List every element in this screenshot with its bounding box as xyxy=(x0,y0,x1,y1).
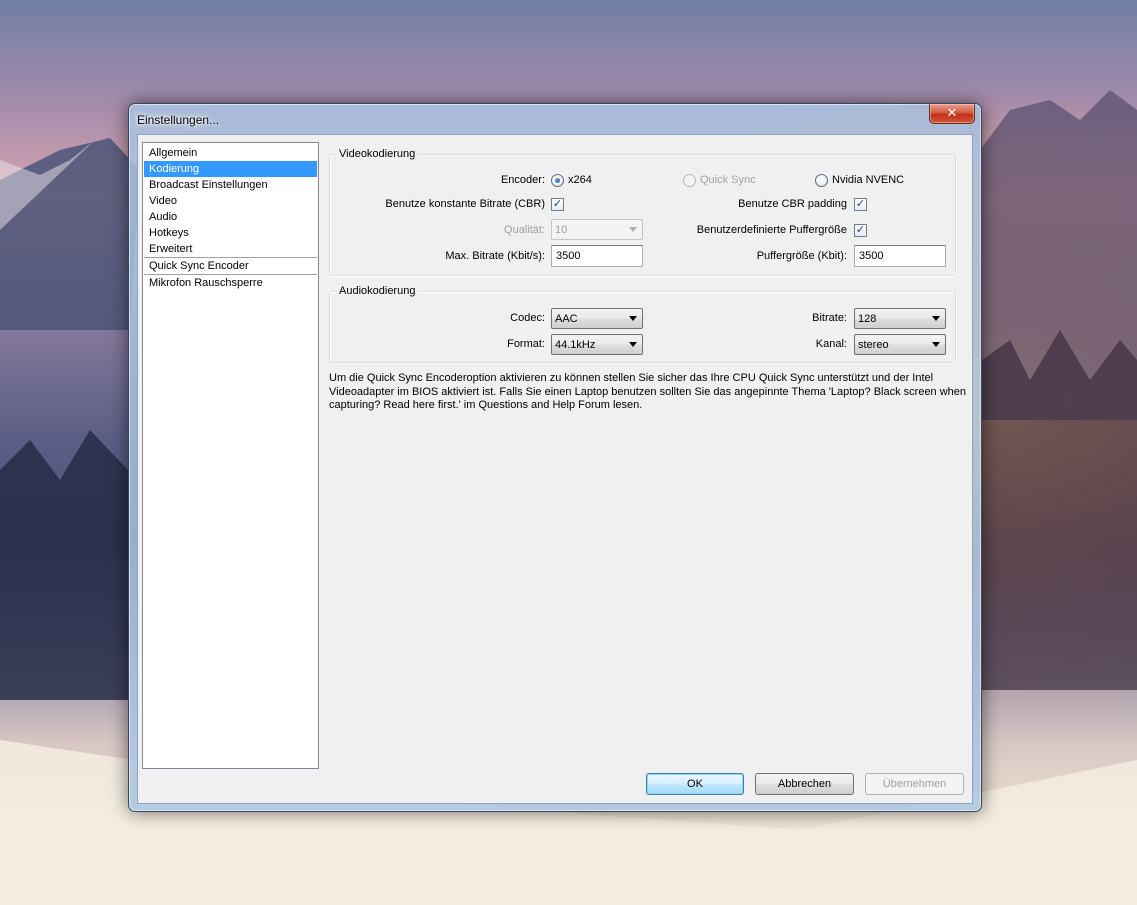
channel-value: stereo xyxy=(858,339,889,351)
sidebar-item-kodierung[interactable]: Kodierung xyxy=(144,161,317,177)
sidebar-item-audio[interactable]: Audio xyxy=(144,209,317,225)
quality-value: 10 xyxy=(555,224,568,236)
sidebar-item-erweitert[interactable]: Erweitert xyxy=(144,241,317,257)
encoder-x264-label: x264 xyxy=(568,174,592,186)
title-bar[interactable]: Einstellungen... ✕ xyxy=(129,104,981,134)
chevron-down-icon xyxy=(629,342,637,347)
encoder-x264-radio[interactable] xyxy=(551,174,564,187)
sidebar-item-allgemein[interactable]: Allgemein xyxy=(144,145,317,161)
format-label: Format: xyxy=(507,338,545,350)
codec-dropdown[interactable]: AAC xyxy=(551,308,643,329)
chevron-down-icon xyxy=(932,342,940,347)
sidebar-item-video[interactable]: Video xyxy=(144,193,317,209)
buffer-size-input[interactable]: 3500 xyxy=(854,245,946,267)
ok-button[interactable]: OK xyxy=(646,773,744,795)
sidebar-item-mikrofon-rauschsperre[interactable]: Mikrofon Rauschsperre xyxy=(144,275,317,291)
cbr-padding-checkbox[interactable]: ✓ xyxy=(854,198,867,211)
sidebar-item-broadcast[interactable]: Broadcast Einstellungen xyxy=(144,177,317,193)
encoder-label: Encoder: xyxy=(500,174,545,186)
format-dropdown[interactable]: 44.1kHz xyxy=(551,334,643,355)
apply-button[interactable]: Übernehmen xyxy=(865,773,964,795)
codec-label: Codec: xyxy=(510,312,545,324)
custom-buffer-label: Benutzerdefinierte Puffergröße xyxy=(696,224,847,236)
dialog-client-area: Allgemein Kodierung Broadcast Einstellun… xyxy=(137,134,973,804)
codec-value: AAC xyxy=(555,313,578,325)
window-title: Einstellungen... xyxy=(137,113,220,127)
video-encoding-title: Videokodierung xyxy=(337,148,418,160)
cbr-padding-label: Benutze CBR padding xyxy=(738,198,847,210)
audio-encoding-group: Audiokodierung Codec: AAC Bitrate: 128 F… xyxy=(329,285,956,363)
cbr-checkbox[interactable]: ✓ xyxy=(551,198,564,211)
buffer-size-label: Puffergröße (Kbit): xyxy=(756,250,847,262)
channel-label: Kanal: xyxy=(815,338,847,350)
encoder-quick-sync-label: Quick Sync xyxy=(700,174,756,186)
settings-category-list: Allgemein Kodierung Broadcast Einstellun… xyxy=(142,142,319,769)
sidebar-item-hotkeys[interactable]: Hotkeys xyxy=(144,225,317,241)
audio-bitrate-label: Bitrate: xyxy=(812,312,847,324)
chevron-down-icon xyxy=(932,316,940,321)
cbr-label: Benutze konstante Bitrate (CBR) xyxy=(385,198,545,210)
quick-sync-info-text: Um die Quick Sync Encoderoption aktivier… xyxy=(329,372,967,411)
settings-window: Einstellungen... ✕ Allgemein Kodierung B… xyxy=(128,103,982,812)
close-button[interactable]: ✕ xyxy=(929,104,975,124)
sidebar-item-quick-sync-encoder[interactable]: Quick Sync Encoder xyxy=(144,258,317,274)
max-bitrate-input[interactable]: 3500 xyxy=(551,245,643,267)
cancel-button[interactable]: Abbrechen xyxy=(755,773,854,795)
format-value: 44.1kHz xyxy=(555,339,596,351)
audio-encoding-title: Audiokodierung xyxy=(337,285,418,297)
max-bitrate-label: Max. Bitrate (Kbit/s): xyxy=(445,250,545,262)
quality-label: Qualität: xyxy=(504,224,545,236)
audio-bitrate-value: 128 xyxy=(858,313,877,325)
encoder-quick-sync-radio[interactable] xyxy=(683,174,696,187)
quality-dropdown[interactable]: 10 xyxy=(551,219,643,240)
chevron-down-icon xyxy=(629,316,637,321)
chevron-down-icon xyxy=(629,227,637,232)
encoder-nvenc-radio[interactable] xyxy=(815,174,828,187)
custom-buffer-checkbox[interactable]: ✓ xyxy=(854,224,867,237)
channel-dropdown[interactable]: stereo xyxy=(854,334,946,355)
audio-bitrate-dropdown[interactable]: 128 xyxy=(854,308,946,329)
encoder-nvenc-label: Nvidia NVENC xyxy=(832,174,905,186)
video-encoding-group: Videokodierung Encoder: x264 Quick Sync … xyxy=(329,148,956,276)
